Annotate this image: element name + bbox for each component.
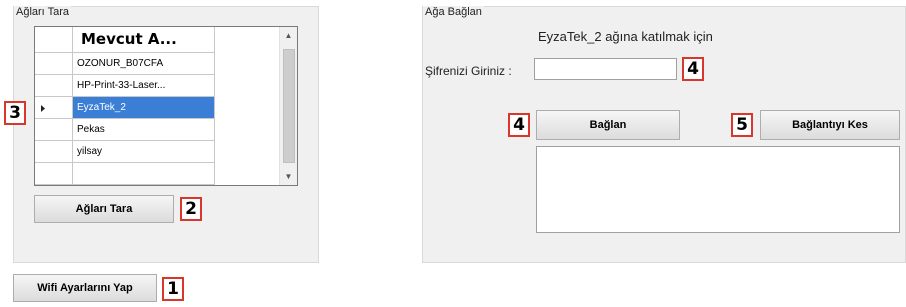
badge-grid-row: 3 <box>4 101 26 125</box>
table-row[interactable]: Pekas <box>35 119 215 141</box>
password-label: Şifrenizi Giriniz : <box>425 64 512 78</box>
network-name-cell-selected[interactable]: EyzaTek_2 <box>73 97 215 119</box>
scan-networks-group-title: Ağları Tara <box>14 6 71 18</box>
network-name-cell[interactable] <box>73 163 215 185</box>
wifi-settings-button[interactable]: Wifi Ayarlarını Yap <box>13 274 157 302</box>
network-name-cell[interactable]: yilsay <box>73 141 215 163</box>
table-row[interactable]: OZONUR_B07CFA <box>35 53 215 75</box>
scroll-down-icon[interactable]: ▼ <box>280 168 297 185</box>
network-name-cell[interactable]: HP-Print-33-Laser... <box>73 75 215 97</box>
row-header[interactable] <box>35 163 73 185</box>
row-header[interactable] <box>35 97 73 119</box>
scroll-up-icon[interactable]: ▲ <box>280 27 297 44</box>
badge-scan: 2 <box>180 197 202 221</box>
scan-networks-button[interactable]: Ağları Tara <box>34 195 174 223</box>
row-header[interactable] <box>35 53 73 75</box>
row-header[interactable] <box>35 141 73 163</box>
badge-password: 4 <box>682 57 704 81</box>
grid-corner-header <box>35 27 73 53</box>
grid-vertical-scrollbar[interactable]: ▲ ▼ <box>279 27 297 185</box>
row-header[interactable] <box>35 75 73 97</box>
password-input[interactable] <box>534 58 677 80</box>
network-name-cell[interactable]: Pekas <box>73 119 215 141</box>
table-row[interactable] <box>35 163 215 185</box>
scroll-thumb[interactable] <box>283 49 295 163</box>
badge-connect: 4 <box>508 113 530 137</box>
badge-disconnect: 5 <box>731 113 753 137</box>
row-header[interactable] <box>35 119 73 141</box>
disconnect-button[interactable]: Bağlantıyı Kes <box>760 110 900 140</box>
connect-network-group-title: Ağa Bağlan <box>423 6 484 18</box>
status-output-box <box>536 146 900 233</box>
table-row[interactable]: EyzaTek_2 <box>35 97 215 119</box>
triangle-right-icon <box>41 105 45 112</box>
join-info-text: EyzaTek_2 ağına katılmak için <box>538 29 713 44</box>
networks-grid[interactable]: Mevcut A... OZONUR_B07CFA HP-Print-33-La… <box>34 26 298 186</box>
grid-column-header[interactable]: Mevcut A... <box>73 27 215 53</box>
table-row[interactable]: HP-Print-33-Laser... <box>35 75 215 97</box>
network-name-cell[interactable]: OZONUR_B07CFA <box>73 53 215 75</box>
table-row[interactable]: yilsay <box>35 141 215 163</box>
badge-wifi-settings: 1 <box>162 277 184 301</box>
connect-button[interactable]: Bağlan <box>536 110 680 140</box>
